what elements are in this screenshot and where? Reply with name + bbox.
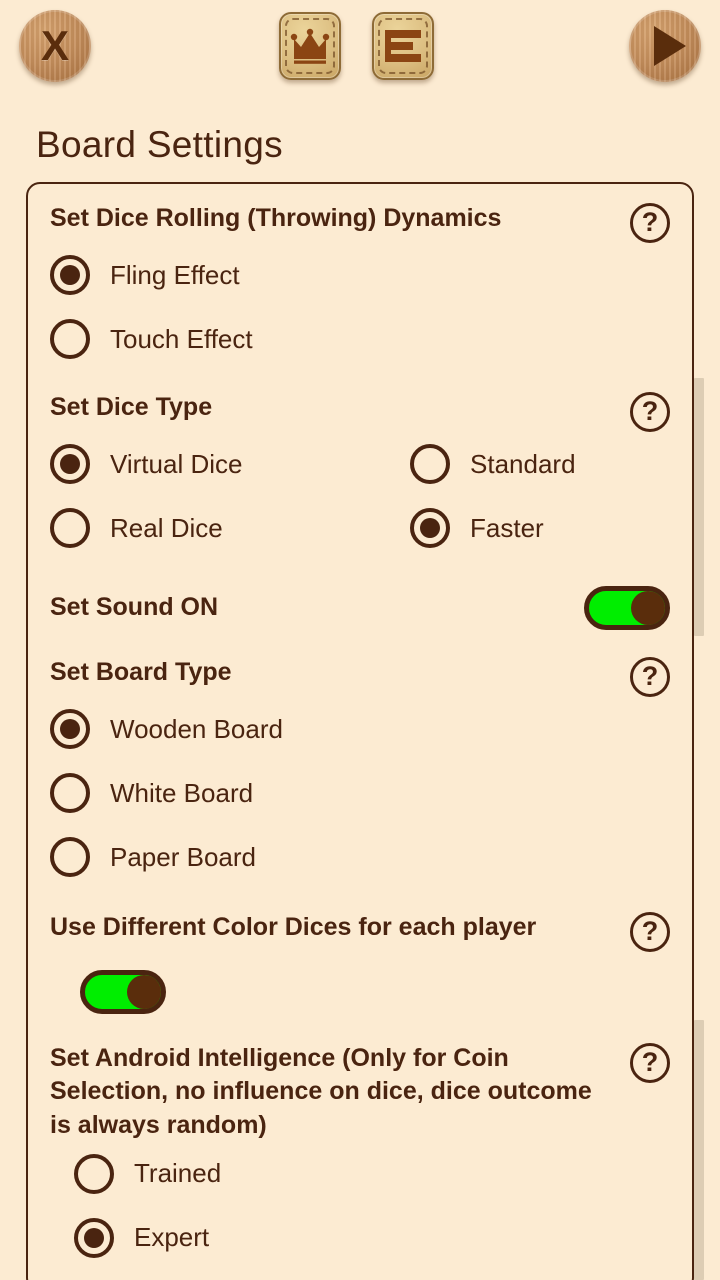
- help-icon-android-intelligence[interactable]: ?: [630, 1043, 670, 1083]
- radio-row-trained[interactable]: Trained: [50, 1142, 670, 1206]
- radio-label: Paper Board: [110, 841, 256, 872]
- radio-row-standard[interactable]: Standard: [410, 432, 670, 496]
- scores-button[interactable]: [372, 12, 434, 80]
- toggle-wrapper: [50, 970, 670, 1014]
- play-button[interactable]: [629, 10, 701, 82]
- section-header: Use Different Color Dices for each playe…: [50, 911, 670, 952]
- section-sound: Set Sound ON: [50, 578, 670, 638]
- bars-list-icon: [385, 30, 421, 62]
- close-x-icon: X: [40, 22, 69, 69]
- section-board-type: Set Board Type ? Wooden Board White Boar…: [50, 656, 670, 889]
- radio-expert[interactable]: [74, 1217, 114, 1258]
- dice-type-options: Virtual Dice Real Dice Standard Faster: [50, 432, 670, 560]
- help-icon-dice-type[interactable]: ?: [630, 392, 670, 432]
- play-triangle-icon: [653, 26, 686, 66]
- section-dice-dynamics: Set Dice Rolling (Throwing) Dynamics ? F…: [50, 202, 670, 371]
- question-mark-icon: ?: [641, 915, 659, 946]
- radio-label: Expert: [134, 1222, 210, 1253]
- toggle-sound[interactable]: [584, 586, 670, 630]
- radio-label: Trained: [134, 1158, 222, 1189]
- scrollbar-thumb-lower[interactable]: [694, 1020, 704, 1280]
- radio-white-board[interactable]: [50, 773, 90, 813]
- radio-label: Real Dice: [110, 512, 223, 543]
- section-header: Set Dice Rolling (Throwing) Dynamics ?: [50, 202, 670, 243]
- radio-row-virtual-dice[interactable]: Virtual Dice: [50, 432, 360, 496]
- radio-paper-board[interactable]: [50, 837, 90, 877]
- radio-trained[interactable]: [74, 1153, 114, 1194]
- radio-row-paper-board[interactable]: Paper Board: [50, 825, 670, 889]
- radio-real-dice[interactable]: [50, 508, 90, 548]
- section-dice-type: Set Dice Type ? Virtual Dice Real Dice S…: [50, 391, 670, 560]
- section-title: Set Board Type: [50, 658, 232, 686]
- radio-label: Touch Effect: [110, 323, 253, 354]
- toggle-knob: [127, 975, 161, 1009]
- scrollbar-thumb-upper[interactable]: [694, 378, 704, 636]
- question-mark-icon: ?: [641, 395, 659, 426]
- section-header: Set Dice Type ?: [50, 391, 670, 432]
- scrollbar-track[interactable]: [694, 184, 704, 1280]
- section-title: Set Dice Rolling (Throwing) Dynamics: [50, 204, 502, 232]
- dice-type-right-column: Standard Faster: [360, 432, 670, 560]
- radio-fling-effect[interactable]: [50, 255, 90, 295]
- section-android-intelligence: Set Android Intelligence (Only for Coin …: [50, 1042, 670, 1270]
- radio-faster[interactable]: [410, 508, 450, 548]
- radio-standard[interactable]: [410, 444, 450, 484]
- radio-label: Fling Effect: [110, 259, 240, 290]
- top-toolbar: X: [0, 0, 720, 92]
- section-different-color-dices: Use Different Color Dices for each playe…: [50, 911, 670, 1014]
- section-title: Set Android Intelligence (Only for Coin …: [50, 1044, 592, 1139]
- radio-label: Faster: [470, 512, 544, 543]
- toggle-different-color-dices[interactable]: [80, 970, 166, 1014]
- radio-row-touch-effect[interactable]: Touch Effect: [50, 307, 670, 371]
- section-header: Set Board Type ?: [50, 656, 670, 697]
- radio-row-white-board[interactable]: White Board: [50, 761, 670, 825]
- help-icon-board-type[interactable]: ?: [630, 657, 670, 697]
- question-mark-icon: ?: [641, 660, 659, 691]
- toggle-knob: [631, 591, 665, 625]
- settings-card: Set Dice Rolling (Throwing) Dynamics ? F…: [26, 182, 694, 1280]
- radio-label: Wooden Board: [110, 713, 283, 744]
- section-title: Set Sound ON: [50, 593, 219, 622]
- help-icon-dice-dynamics[interactable]: ?: [630, 203, 670, 243]
- crown-button[interactable]: [279, 12, 341, 80]
- close-button[interactable]: X: [19, 10, 91, 82]
- section-header: Set Android Intelligence (Only for Coin …: [50, 1042, 670, 1142]
- radio-row-faster[interactable]: Faster: [410, 496, 670, 560]
- question-mark-icon: ?: [641, 206, 659, 237]
- page-title: Board Settings: [36, 124, 283, 165]
- radio-row-fling-effect[interactable]: Fling Effect: [50, 243, 670, 307]
- question-mark-icon: ?: [641, 1046, 659, 1077]
- radio-label: Virtual Dice: [110, 448, 243, 479]
- dice-type-left-column: Virtual Dice Real Dice: [50, 432, 360, 560]
- radio-row-wooden-board[interactable]: Wooden Board: [50, 697, 670, 761]
- radio-row-real-dice[interactable]: Real Dice: [50, 496, 360, 560]
- radio-row-expert[interactable]: Expert: [50, 1206, 670, 1270]
- radio-virtual-dice[interactable]: [50, 444, 90, 484]
- radio-label: Standard: [470, 448, 576, 479]
- radio-touch-effect[interactable]: [50, 319, 90, 359]
- section-title: Set Dice Type: [50, 393, 213, 421]
- section-title: Use Different Color Dices for each playe…: [50, 913, 537, 941]
- help-icon-different-color-dices[interactable]: ?: [630, 912, 670, 952]
- crown-icon: [290, 28, 330, 64]
- radio-wooden-board[interactable]: [50, 709, 90, 749]
- radio-label: White Board: [110, 777, 254, 808]
